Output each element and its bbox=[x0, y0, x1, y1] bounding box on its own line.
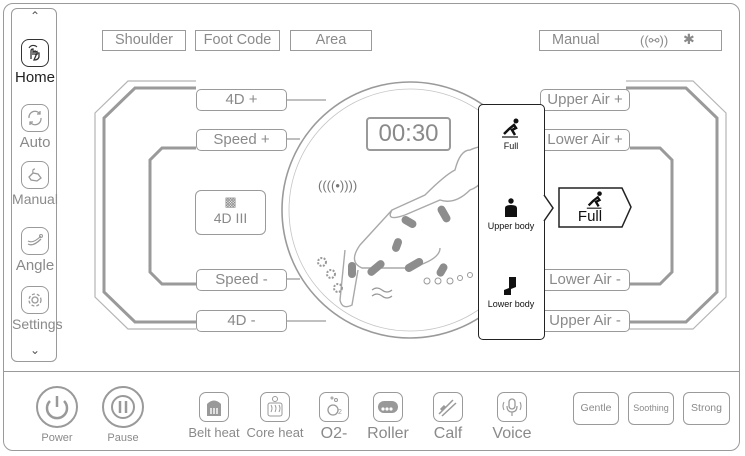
recline-full-icon bbox=[586, 191, 602, 209]
core-heat-icon bbox=[260, 392, 290, 422]
pause-button[interactable]: Pause bbox=[99, 386, 147, 444]
lower-body-icon bbox=[504, 277, 516, 295]
sidebar-item-auto[interactable]: Auto bbox=[12, 104, 58, 151]
sidebar: ⌃ Home Auto Manual Angle Settings ⌄ bbox=[11, 8, 63, 362]
sidebar-item-label: Settings bbox=[12, 316, 63, 332]
roller-button[interactable]: Roller bbox=[366, 392, 410, 443]
area-button[interactable]: Area bbox=[290, 30, 372, 51]
shoulder-button[interactable]: Shoulder bbox=[102, 30, 186, 51]
chevron-up-icon[interactable]: ⌃ bbox=[12, 9, 58, 23]
popup-item-lower-body[interactable]: Lower body bbox=[479, 275, 543, 309]
voice-label: Voice bbox=[492, 425, 532, 442]
pause-icon bbox=[102, 386, 144, 428]
o2-icon: 2 bbox=[319, 392, 349, 422]
sidebar-item-settings[interactable]: Settings bbox=[12, 286, 63, 332]
lower-air-plus-button[interactable]: Lower Air + bbox=[540, 129, 630, 151]
power-icon bbox=[36, 386, 78, 428]
o2-label: O2- bbox=[320, 425, 348, 442]
recline-full-icon bbox=[502, 118, 519, 138]
power-label: Power bbox=[41, 432, 73, 444]
4d-level-text: 4D III bbox=[213, 210, 248, 226]
4d-minus-button[interactable]: 4D - bbox=[196, 310, 287, 332]
soothing-button[interactable]: Soothing bbox=[628, 392, 674, 425]
sidebar-item-label: Manual bbox=[12, 191, 58, 207]
voice-status-icon: ((⚯)) bbox=[640, 33, 669, 48]
sidebar-item-home[interactable]: Home bbox=[12, 39, 58, 86]
selected-area-indicator[interactable]: Full bbox=[558, 187, 632, 228]
4d-plus-button[interactable]: 4D + bbox=[196, 89, 287, 111]
voice-icon bbox=[497, 392, 527, 422]
calf-icon bbox=[433, 392, 463, 422]
core-heat-button[interactable]: Core heat bbox=[245, 392, 305, 440]
foot-code-button[interactable]: Foot Code bbox=[195, 30, 280, 51]
lower-air-minus-button[interactable]: Lower Air - bbox=[540, 269, 630, 291]
svg-text:2: 2 bbox=[338, 409, 342, 416]
calf-button[interactable]: Calf bbox=[428, 392, 468, 443]
belt-heat-label: Belt heat bbox=[188, 425, 240, 440]
roller-label: Roller bbox=[367, 425, 409, 442]
speed-plus-button[interactable]: Speed + bbox=[196, 129, 287, 151]
upper-air-minus-button[interactable]: Upper Air - bbox=[540, 310, 630, 332]
auto-cycle-icon bbox=[21, 104, 49, 132]
core-heat-label: Core heat bbox=[246, 425, 304, 440]
selected-area-label: Full bbox=[577, 208, 603, 225]
sidebar-item-label: Home bbox=[14, 69, 55, 86]
popup-item-label: Lower body bbox=[487, 299, 535, 309]
area-popup-menu: Full Upper body Lower body bbox=[478, 104, 545, 340]
popup-item-upper-body[interactable]: Upper body bbox=[479, 197, 543, 231]
status-bar: Manual ((⚯)) ✱ bbox=[539, 30, 722, 51]
sidebar-item-manual[interactable]: Manual bbox=[12, 161, 58, 207]
popup-item-label: Upper body bbox=[487, 221, 535, 231]
voice-button[interactable]: Voice bbox=[490, 392, 534, 443]
speed-minus-button[interactable]: Speed - bbox=[196, 269, 287, 291]
gentle-button[interactable]: Gentle bbox=[573, 392, 619, 425]
upper-air-plus-button[interactable]: Upper Air + bbox=[540, 89, 630, 111]
popup-item-full[interactable]: Full bbox=[479, 117, 543, 151]
hand-icon bbox=[21, 161, 49, 189]
roller-icon bbox=[373, 392, 403, 422]
sidebar-item-angle[interactable]: Angle bbox=[12, 227, 58, 274]
gear-icon bbox=[21, 286, 49, 314]
hand-tap-icon bbox=[21, 39, 49, 67]
strong-button[interactable]: Strong bbox=[683, 392, 730, 425]
pause-label: Pause bbox=[107, 432, 139, 444]
mode-status-text: Manual bbox=[552, 32, 600, 48]
power-button[interactable]: Power bbox=[33, 386, 81, 444]
sidebar-item-label: Angle bbox=[15, 257, 55, 274]
chevron-down-icon[interactable]: ⌄ bbox=[12, 343, 58, 357]
4d-level-indicator: ▩ 4D III bbox=[195, 190, 266, 235]
upper-body-icon bbox=[505, 198, 517, 217]
sidebar-item-label: Auto bbox=[19, 134, 51, 151]
recline-icon bbox=[21, 227, 49, 255]
popup-item-label: Full bbox=[503, 141, 519, 151]
timer-display: 00:30 bbox=[366, 117, 451, 151]
bluetooth-icon: ✱ bbox=[683, 31, 695, 47]
bottom-divider bbox=[3, 371, 740, 372]
4d-cube-icon: ▩ bbox=[224, 194, 237, 209]
belt-heat-icon bbox=[199, 392, 229, 422]
o2-button[interactable]: 2 O2- bbox=[314, 392, 354, 443]
calf-label: Calf bbox=[433, 425, 463, 442]
belt-heat-button[interactable]: Belt heat bbox=[185, 392, 243, 440]
